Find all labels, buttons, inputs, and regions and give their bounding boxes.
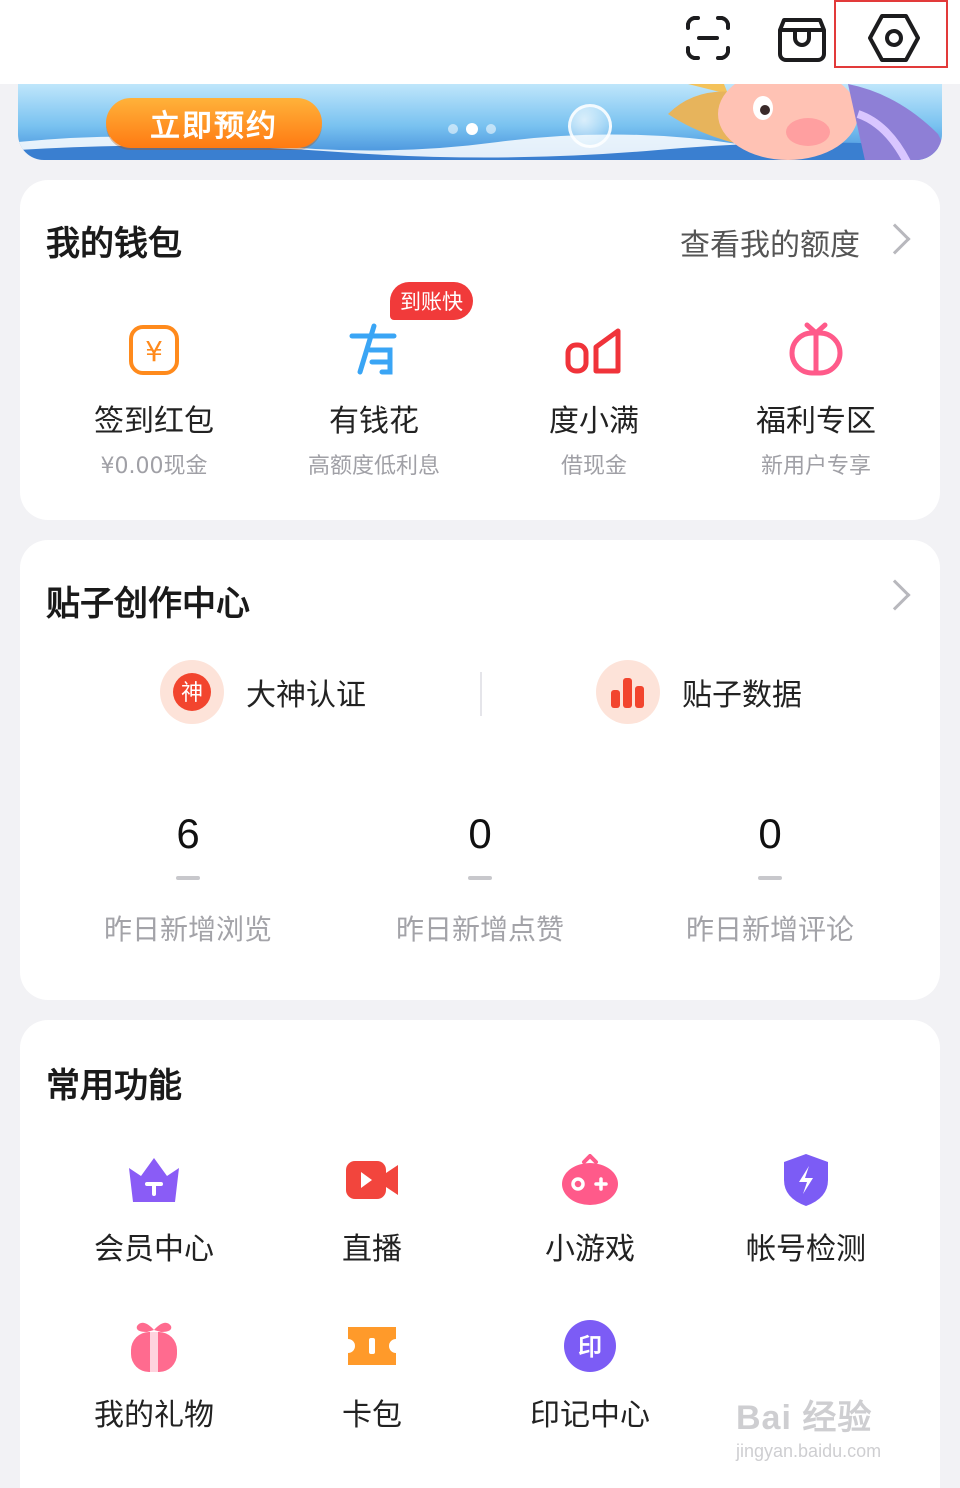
stat-indicator (468, 876, 492, 880)
stat-indicator (758, 876, 782, 880)
bar-chart-icon (596, 660, 660, 724)
god-certification-button[interactable]: 神 大神认证 (160, 660, 366, 724)
function-label: 小游戏 (545, 1232, 635, 1267)
seal-icon: 印 (490, 1316, 690, 1376)
crown-icon (54, 1150, 254, 1210)
wallet-title: 我的钱包 (46, 224, 182, 264)
wallet-item-label: 有钱花 (329, 404, 419, 439)
wallet-item-checkin[interactable]: ¥ 签到红包 ¥0.00现金 (44, 320, 264, 480)
divider (480, 672, 482, 716)
stat-value: 0 (468, 810, 492, 857)
view-quota-link[interactable]: 查看我的额度 (680, 220, 860, 264)
shield-icon (706, 1150, 906, 1210)
stat-views[interactable]: 6 昨日新增浏览 (68, 810, 308, 948)
baidu-watermark: Bai 经验 jingyan.baidu.com (736, 1390, 926, 1470)
youqianhua-icon (264, 320, 484, 380)
gift-icon (54, 1316, 254, 1376)
post-data-label: 贴子数据 (682, 678, 802, 713)
package-icon[interactable] (774, 10, 830, 66)
post-data-button[interactable]: 贴子数据 (596, 660, 802, 724)
stat-label: 昨日新增点赞 (395, 913, 564, 946)
wallet-item-duxiaoman[interactable]: 度小满 借现金 (484, 320, 704, 480)
wallet-item-welfare[interactable]: 福利专区 新用户专享 (706, 320, 926, 480)
wallet-item-label: 签到红包 (94, 404, 214, 439)
functions-title: 常用功能 (46, 1066, 182, 1106)
ticket-icon (272, 1316, 472, 1376)
stat-likes[interactable]: 0 昨日新增点赞 (360, 810, 600, 948)
watermark-sub: jingyan.baidu.com (736, 1441, 882, 1461)
function-label: 我的礼物 (94, 1398, 214, 1433)
function-label: 直播 (342, 1232, 402, 1267)
function-item-seal-center[interactable]: 印 印记中心 (490, 1316, 690, 1434)
stat-label: 昨日新增评论 (685, 913, 854, 946)
function-label: 会员中心 (94, 1232, 214, 1267)
red-packet-icon: ¥ (44, 320, 264, 380)
bubble-decoration (568, 104, 612, 148)
stat-comments[interactable]: 0 昨日新增评论 (650, 810, 890, 948)
stat-label: 昨日新增浏览 (103, 913, 272, 946)
duxiaoman-icon (484, 320, 704, 380)
function-item-account-check[interactable]: 帐号检测 (706, 1150, 906, 1268)
function-label: 印记中心 (530, 1398, 650, 1433)
function-item-cardbag[interactable]: 卡包 (272, 1316, 472, 1434)
reserve-button[interactable]: 立即预约 (106, 98, 322, 148)
wallet-card: 我的钱包 查看我的额度 到账快 ¥ 签到红包 ¥0.00现金 有钱花 高额度低利… (20, 180, 940, 520)
stat-indicator (176, 876, 200, 880)
wallet-item-sub: 借现金 (560, 454, 627, 479)
function-label: 帐号检测 (746, 1232, 866, 1267)
wallet-item-label: 福利专区 (756, 404, 876, 439)
watermark-main: Bai 经验 (736, 1399, 873, 1437)
chevron-right-icon[interactable] (879, 223, 911, 255)
god-badge-icon: 神 (160, 660, 224, 724)
creator-title: 贴子创作中心 (46, 584, 250, 624)
function-item-live[interactable]: 直播 (272, 1150, 472, 1268)
scan-icon[interactable] (680, 10, 736, 66)
live-camera-icon (272, 1150, 472, 1210)
wallet-item-sub: 高额度低利息 (307, 454, 440, 479)
fast-credit-badge: 到账快 (390, 282, 473, 320)
wallet-item-youqianhua[interactable]: 有钱花 高额度低利息 (264, 320, 484, 480)
wallet-item-label: 度小满 (549, 404, 639, 439)
function-label: 卡包 (342, 1398, 402, 1433)
wallet-item-sub: 新用户专享 (760, 454, 871, 479)
chevron-right-icon[interactable] (879, 579, 911, 611)
carousel-dot-active[interactable] (466, 123, 478, 135)
carousel-dots (448, 123, 496, 135)
welfare-icon (706, 320, 926, 380)
stat-value: 0 (758, 810, 782, 857)
function-item-minigame[interactable]: 小游戏 (490, 1150, 690, 1268)
creator-card: 贴子创作中心 神 大神认证 贴子数据 6 昨日新增浏览 0 昨日新增点赞 0 昨… (20, 540, 940, 1000)
promo-banner[interactable]: 立即预约 (18, 84, 942, 160)
function-item-vip[interactable]: 会员中心 (54, 1150, 254, 1268)
stat-value: 6 (176, 810, 200, 857)
wallet-item-sub: ¥0.00现金 (100, 454, 208, 479)
god-glyph: 神 (181, 681, 203, 706)
top-bar (0, 0, 960, 84)
god-certification-label: 大神认证 (246, 678, 366, 713)
game-controller-icon (490, 1150, 690, 1210)
function-item-gifts[interactable]: 我的礼物 (54, 1316, 254, 1434)
highlight-box (834, 0, 948, 68)
carousel-dot[interactable] (448, 124, 458, 134)
carousel-dot[interactable] (486, 124, 496, 134)
seal-glyph: 印 (578, 1333, 602, 1361)
mascot-image (668, 84, 942, 160)
svg-text:¥: ¥ (145, 335, 163, 368)
